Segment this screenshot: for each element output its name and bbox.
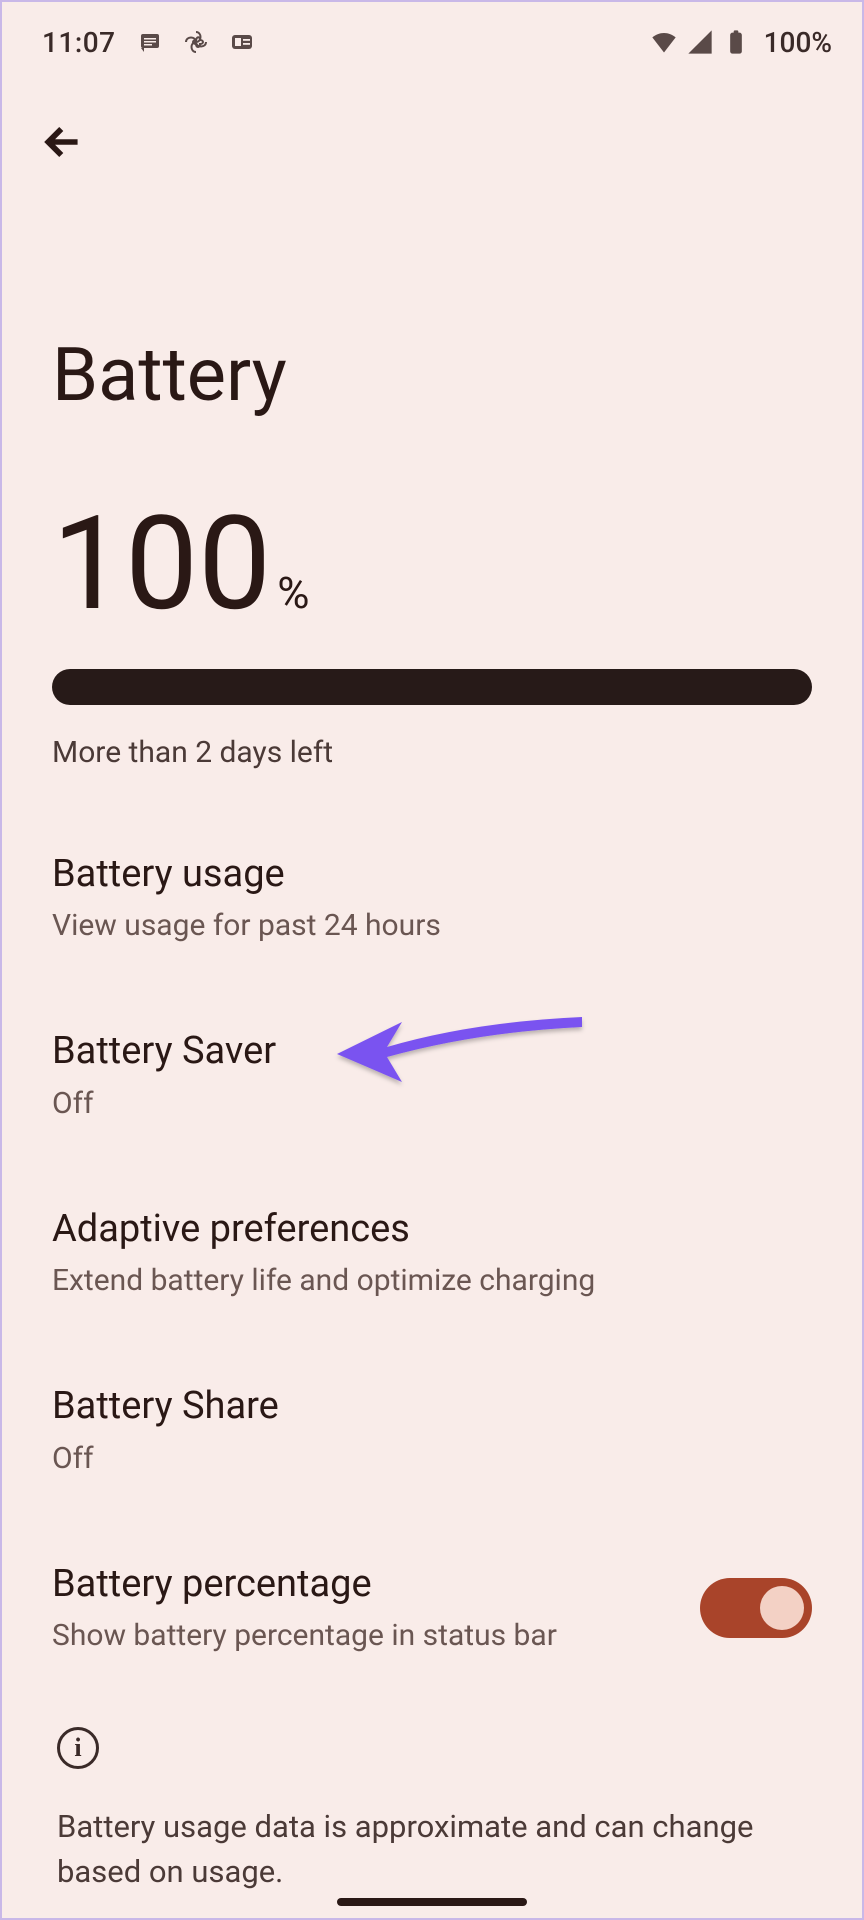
setting-sub: View usage for past 24 hours <box>52 905 812 947</box>
setting-title: Battery Saver <box>52 1027 812 1076</box>
info-text: Battery usage data is approximate and ca… <box>57 1805 812 1895</box>
toggle-knob <box>760 1586 804 1630</box>
news-icon <box>230 30 254 54</box>
status-left: 11:07 <box>42 26 254 59</box>
battery-level-number: 100 <box>52 499 271 629</box>
setting-sub: Off <box>52 1438 812 1480</box>
app-bar <box>2 72 862 182</box>
wifi-icon <box>650 28 678 56</box>
message-icon <box>138 30 162 54</box>
setting-adaptive-preferences[interactable]: Adaptive preferences Extend battery life… <box>52 1165 812 1342</box>
setting-title: Battery usage <box>52 850 812 899</box>
setting-sub: Extend battery life and optimize chargin… <box>52 1260 812 1302</box>
pinwheel-icon <box>184 30 208 54</box>
nav-gesture-pill[interactable] <box>337 1898 527 1906</box>
status-right: 100% <box>650 26 832 59</box>
battery-icon <box>722 28 750 56</box>
clock-text: 11:07 <box>42 26 116 59</box>
battery-level-block: 100 % More than 2 days left <box>2 469 862 780</box>
setting-title: Adaptive preferences <box>52 1205 812 1254</box>
setting-title: Battery Share <box>52 1382 812 1431</box>
settings-list: Battery usage View usage for past 24 hou… <box>2 780 862 1697</box>
status-bar: 11:07 100% <box>2 2 862 72</box>
setting-battery-percentage[interactable]: Battery percentage Show battery percenta… <box>52 1520 812 1697</box>
setting-title: Battery percentage <box>52 1560 700 1609</box>
signal-icon <box>686 28 714 56</box>
arrow-left-icon <box>40 120 84 164</box>
battery-level-row: 100 % <box>52 499 812 629</box>
setting-battery-saver[interactable]: Battery Saver Off <box>52 987 812 1164</box>
info-block: i Battery usage data is approximate and … <box>2 1697 862 1895</box>
setting-battery-usage[interactable]: Battery usage View usage for past 24 hou… <box>52 810 812 987</box>
battery-percentage-toggle[interactable] <box>700 1578 812 1638</box>
back-button[interactable] <box>32 112 92 172</box>
battery-level-bar <box>52 669 812 705</box>
setting-battery-share[interactable]: Battery Share Off <box>52 1342 812 1519</box>
info-icon: i <box>57 1727 99 1769</box>
battery-estimate-text: More than 2 days left <box>52 735 812 770</box>
setting-sub: Off <box>52 1083 812 1125</box>
battery-pct-text: 100% <box>764 26 832 59</box>
page-title: Battery <box>2 182 862 469</box>
setting-sub: Show battery percentage in status bar <box>52 1615 700 1657</box>
battery-level-symbol: % <box>277 567 309 627</box>
